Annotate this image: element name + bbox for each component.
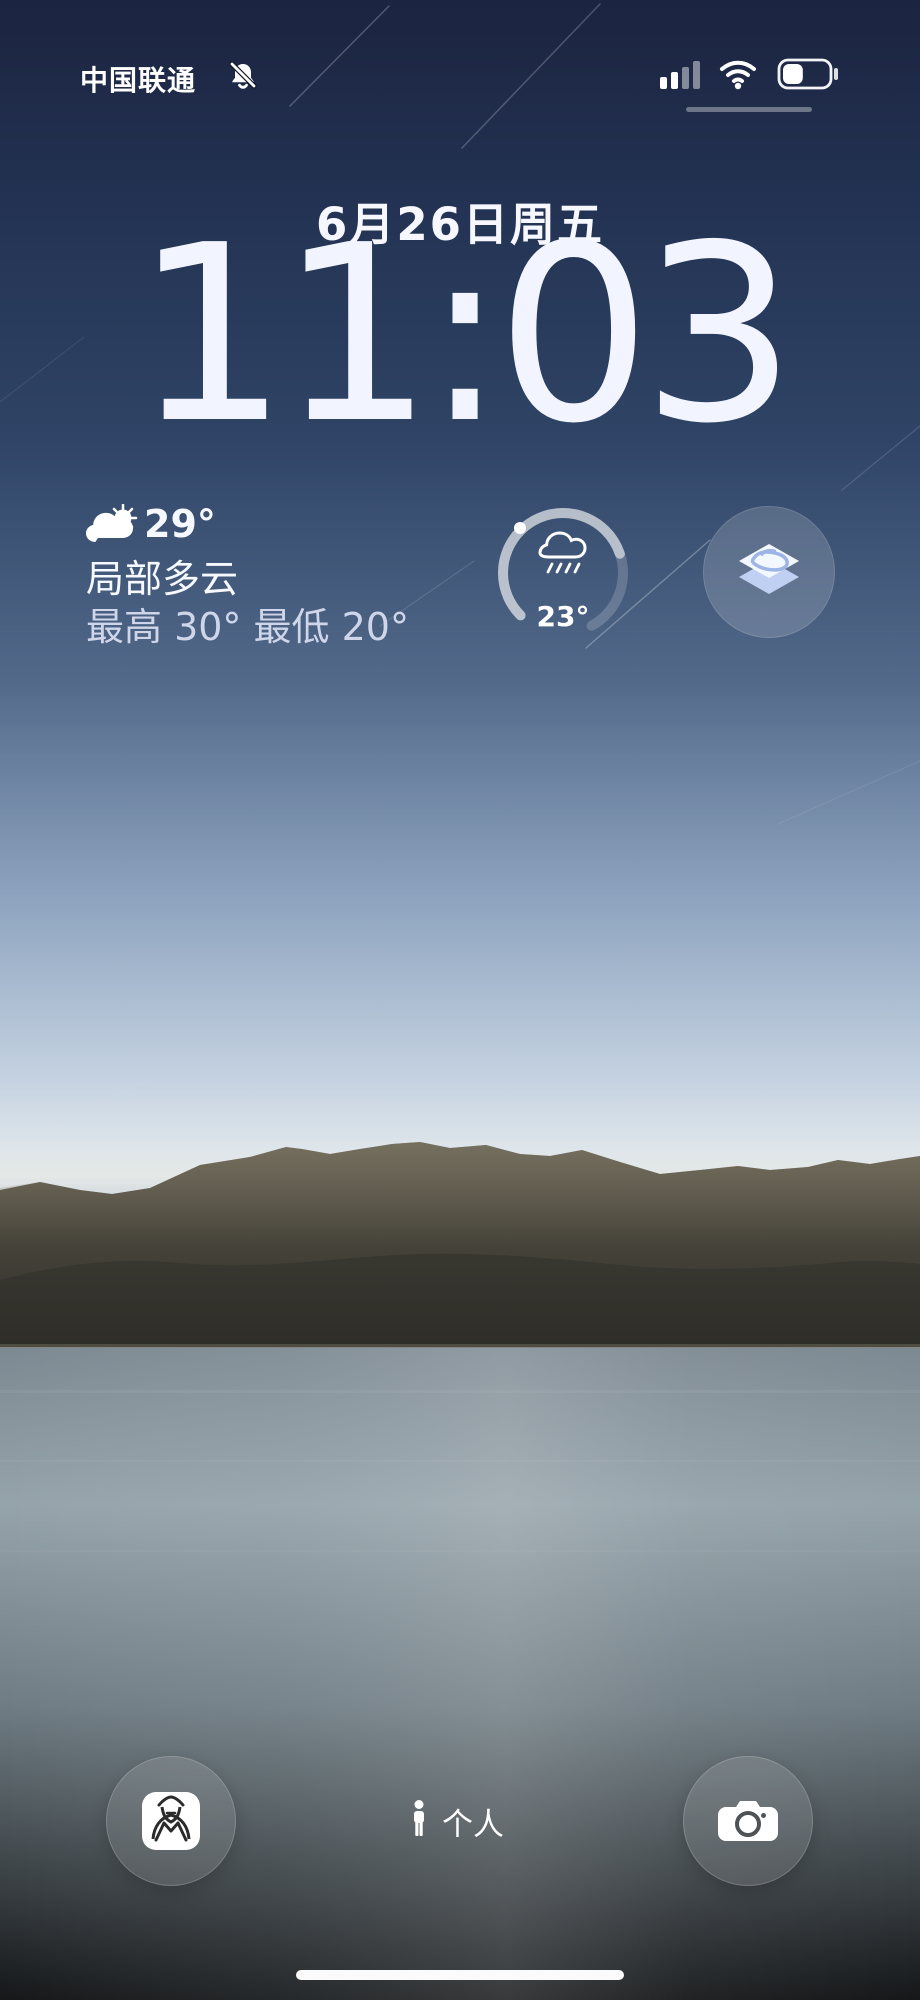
top-indicator <box>686 107 812 112</box>
lock-screen: 中国联通 6月26日周五 11:03 29° 局部多云 最高 30° 最低 20… <box>0 0 920 2000</box>
camera-button[interactable] <box>683 1756 813 1886</box>
weather-condition: 局部多云 <box>86 557 239 601</box>
time-label: 11:03 <box>133 193 796 477</box>
layers-icon <box>739 544 799 594</box>
rain-cloud-icon <box>538 531 587 574</box>
bell-slash-icon <box>229 61 257 89</box>
focus-indicator[interactable]: 个人 <box>410 1795 520 1845</box>
camera-icon <box>718 1801 778 1841</box>
focus-label: 个人 <box>442 1807 504 1843</box>
cellular-signal-icon <box>660 61 700 89</box>
shortcut-face-icon <box>142 1792 200 1850</box>
left-shortcut-button[interactable] <box>106 1756 236 1886</box>
person-icon <box>414 1800 424 1836</box>
weather-current-temp: 29° <box>144 502 216 546</box>
home-indicator[interactable] <box>296 1970 624 1980</box>
weather-range: 最高 30° 最低 20° <box>86 605 409 649</box>
weather-widget[interactable]: 29° 局部多云 最高 30° 最低 20° <box>82 498 472 649</box>
carrier-label: 中国联通 <box>80 64 197 97</box>
rain-temp: 23° <box>536 600 590 633</box>
battery-icon <box>777 58 838 90</box>
partly-cloudy-icon <box>86 504 138 542</box>
shortcut-widget[interactable] <box>703 506 835 638</box>
status-bar: 中国联通 <box>0 0 920 120</box>
rain-widget[interactable]: 23° <box>494 504 632 642</box>
wifi-icon <box>720 60 756 90</box>
weather-summary: 29° <box>82 498 282 546</box>
